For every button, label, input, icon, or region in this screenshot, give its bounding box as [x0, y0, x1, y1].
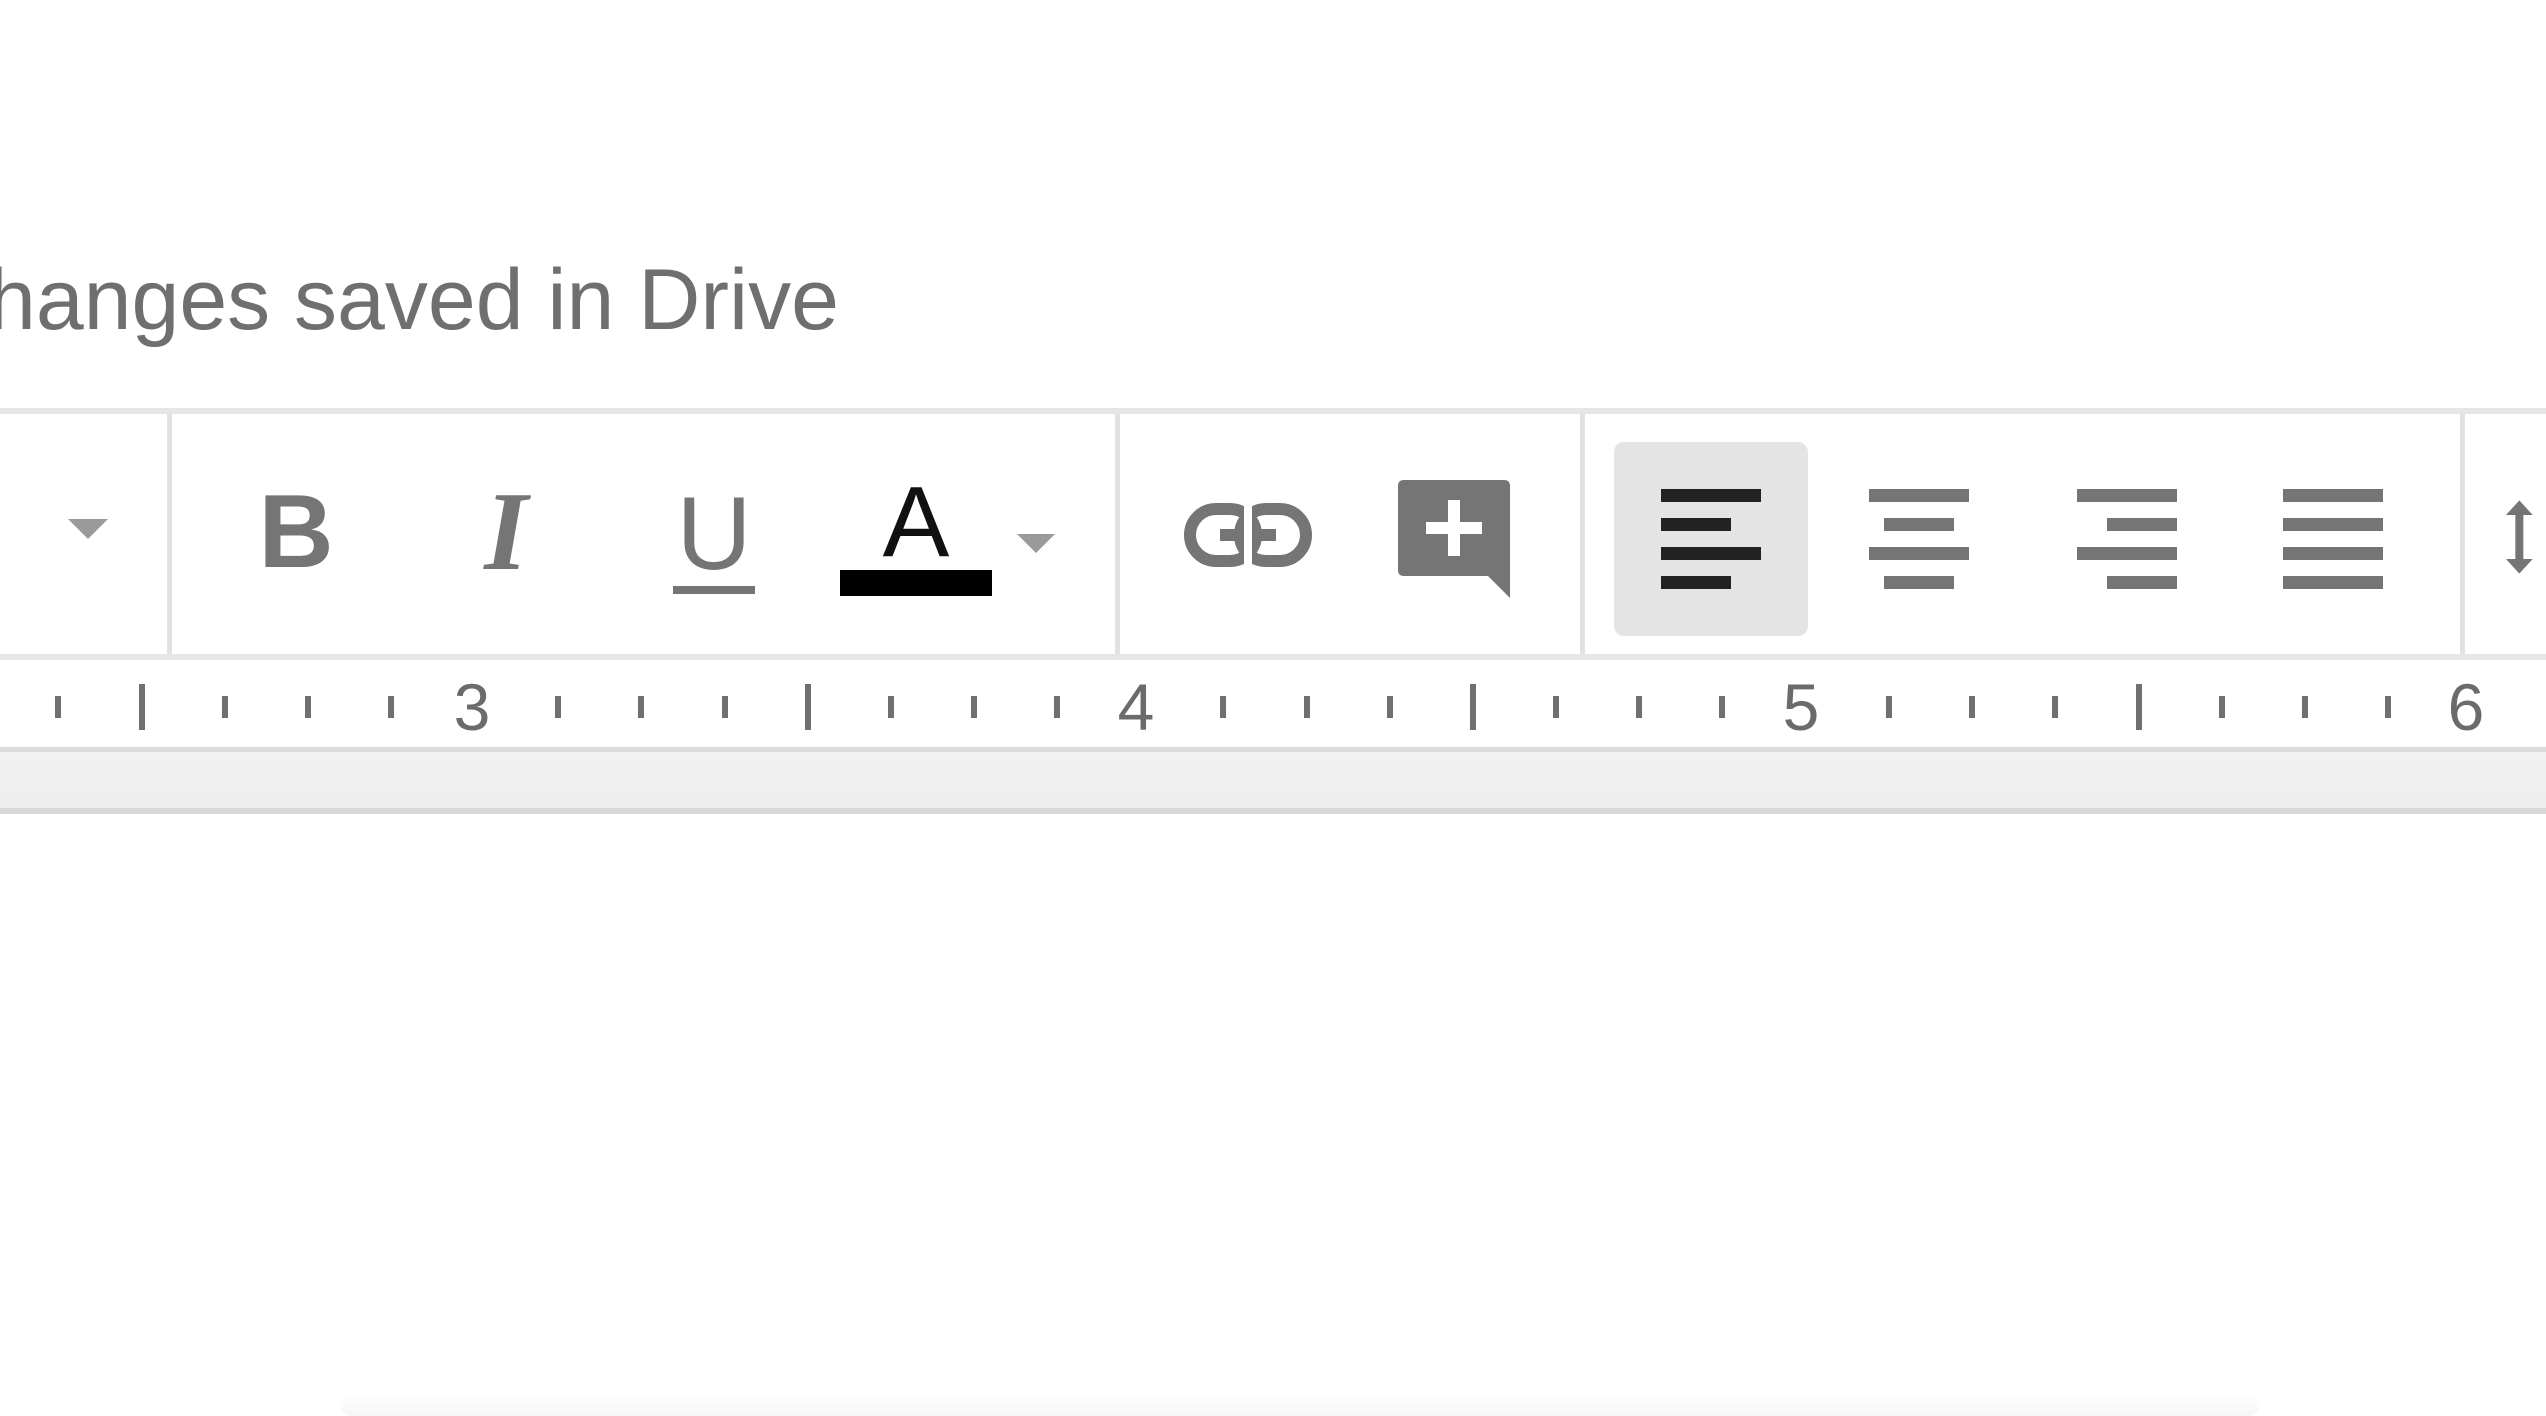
- ruler-tick: [722, 696, 728, 718]
- underline-icon: U: [676, 476, 752, 592]
- ruler-tick: [305, 696, 311, 718]
- line-spacing-button[interactable]: [2506, 482, 2546, 592]
- text-color-icon: A: [882, 466, 950, 578]
- align-right-icon: [2077, 489, 2177, 589]
- ruler-tick: [555, 696, 561, 718]
- ruler-tick: [2052, 696, 2058, 718]
- insert-link-button[interactable]: [1180, 480, 1316, 590]
- ruler-tick: [1636, 696, 1642, 718]
- document-canvas[interactable]: [0, 814, 2546, 1416]
- toolbar-separator: [1115, 414, 1120, 654]
- ruler-tick: [1387, 696, 1393, 718]
- ruler-tick: [888, 696, 894, 718]
- bold-button[interactable]: B: [234, 470, 358, 594]
- ruler-tick: [2385, 696, 2391, 718]
- page-shadow: [340, 1392, 2260, 1416]
- line-spacing-icon: [2506, 500, 2533, 574]
- ruler-tick: [805, 684, 811, 730]
- add-comment-icon: [1398, 480, 1510, 598]
- link-icon: [1184, 503, 1312, 567]
- ruler-number: 3: [453, 670, 491, 744]
- text-color-swatch: [840, 570, 992, 596]
- italic-icon: I: [484, 470, 528, 594]
- save-status: hanges saved in Drive: [0, 252, 839, 348]
- document-editor: hanges saved in Drive B I U A 3 4 5 6: [0, 0, 2546, 1416]
- toolbar-separator: [1580, 414, 1585, 654]
- ruler-number: 6: [2447, 670, 2485, 744]
- text-color-button[interactable]: A: [836, 466, 996, 624]
- ruler-tick: [1304, 696, 1310, 718]
- align-center-icon: [1869, 489, 1969, 589]
- ruler-tick: [1969, 696, 1975, 718]
- chevron-down-icon: [1017, 534, 1055, 553]
- toolbar-separator: [2460, 414, 2465, 654]
- ruler-tick: [2219, 696, 2225, 718]
- ruler-tick: [2302, 696, 2308, 718]
- ruler-tick: [1470, 684, 1476, 730]
- ruler-tick: [638, 696, 644, 718]
- justify-button[interactable]: [2236, 442, 2430, 636]
- chevron-down-icon: [68, 519, 108, 539]
- ruler-tick: [1719, 696, 1725, 718]
- bold-icon: B: [258, 474, 334, 590]
- ruler-tick: [971, 696, 977, 718]
- formatting-toolbar: B I U A: [0, 408, 2546, 660]
- italic-button[interactable]: I: [444, 470, 568, 594]
- ruler-tick: [55, 696, 61, 718]
- ruler-tick: [388, 696, 394, 718]
- ruler-shadow-band: [0, 752, 2546, 814]
- text-color-dropdown[interactable]: [1010, 524, 1062, 564]
- add-comment-button[interactable]: [1390, 474, 1518, 604]
- ruler-tick: [1220, 696, 1226, 718]
- ruler-tick: [1054, 696, 1060, 718]
- horizontal-ruler: 3 4 5 6: [0, 660, 2546, 752]
- align-right-button[interactable]: [2030, 442, 2224, 636]
- font-size-dropdown[interactable]: [52, 500, 124, 560]
- align-center-button[interactable]: [1822, 442, 2016, 636]
- ruler-tick: [2136, 684, 2142, 730]
- align-left-button[interactable]: [1614, 442, 1808, 636]
- ruler-tick: [222, 696, 228, 718]
- underline-button[interactable]: U: [652, 470, 776, 610]
- ruler-tick: [1553, 696, 1559, 718]
- ruler-tick: [139, 684, 145, 730]
- ruler-number: 5: [1782, 670, 1820, 744]
- ruler-number: 4: [1117, 670, 1155, 744]
- align-left-icon: [1661, 489, 1761, 589]
- toolbar-separator: [167, 414, 172, 654]
- ruler-tick: [1886, 696, 1892, 718]
- justify-icon: [2283, 489, 2383, 589]
- underline-bar: [673, 586, 755, 594]
